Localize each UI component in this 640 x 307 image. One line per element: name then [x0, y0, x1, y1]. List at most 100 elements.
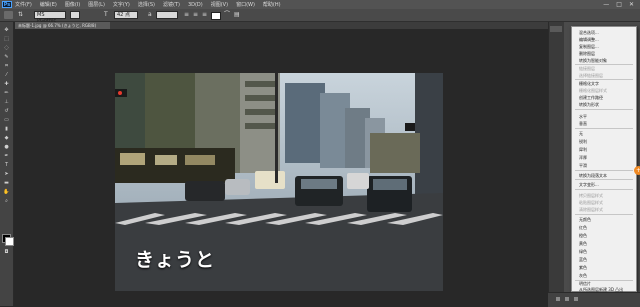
- menu-window[interactable]: 窗口(W): [236, 1, 255, 8]
- align-left-icon[interactable]: ≡: [184, 11, 189, 19]
- menu-item-horizontal[interactable]: 水平: [579, 114, 587, 119]
- type-tool-icon[interactable]: T: [3, 163, 10, 168]
- marquee-tool-icon[interactable]: ⬚: [3, 37, 10, 42]
- menu-separator: [575, 214, 633, 215]
- menu-item-color-gray[interactable]: 灰色: [579, 273, 587, 278]
- menu-separator: [575, 179, 633, 180]
- menu-item-clear-style: 清除图层样式: [579, 207, 603, 212]
- menu-item-color-green[interactable]: 绿色: [579, 249, 587, 254]
- lasso-tool-icon[interactable]: ◌: [3, 46, 10, 51]
- menu-item-aa-sharp[interactable]: 锐利: [579, 139, 587, 144]
- menu-item-convert-to-shape[interactable]: 转换为形状: [579, 102, 599, 107]
- menu-item-postcard[interactable]: 明信片: [579, 281, 591, 286]
- menu-bar: Ps 文件(F) 编辑(E) 图像(I) 图层(L) 文字(Y) 选择(S) 滤…: [0, 0, 640, 9]
- background-color-swatch[interactable]: [5, 237, 14, 246]
- photoshop-logo: Ps: [2, 1, 12, 8]
- menu-type[interactable]: 文字(Y): [113, 1, 130, 8]
- menu-item-vertical[interactable]: 垂直: [579, 121, 587, 126]
- menu-edit[interactable]: 编辑(E): [40, 1, 57, 8]
- menu-item-aa-crisp[interactable]: 犀利: [579, 147, 587, 152]
- text-color-swatch[interactable]: [211, 12, 221, 20]
- menu-item-create-work-path[interactable]: 创建工作路径: [579, 95, 603, 100]
- text-tool-preset-icon[interactable]: [4, 11, 13, 19]
- gradient-tool-icon[interactable]: ▮: [3, 127, 10, 132]
- menu-item-convert-paragraph[interactable]: 转换为段落文本: [579, 173, 607, 178]
- add-style-icon[interactable]: [565, 297, 569, 301]
- quick-mask-icon[interactable]: ◘: [3, 250, 10, 255]
- zoom-tool-icon[interactable]: ⌕: [3, 199, 10, 204]
- menu-item-duplicate-layer[interactable]: 复制图层...: [579, 44, 599, 49]
- history-brush-tool-icon[interactable]: ↺: [3, 109, 10, 114]
- clone-stamp-tool-icon[interactable]: ⊥: [3, 100, 10, 105]
- menu-item-aa-smooth[interactable]: 平滑: [579, 163, 587, 168]
- link-layers-icon[interactable]: [556, 297, 560, 301]
- menu-item-aa-strong[interactable]: 浑厚: [579, 155, 587, 160]
- menu-item-color-yellow[interactable]: 黄色: [579, 241, 587, 246]
- path-select-tool-icon[interactable]: ➤: [3, 172, 10, 177]
- help-badge-icon[interactable]: +: [634, 166, 640, 175]
- menu-view[interactable]: 视图(V): [211, 1, 228, 8]
- menu-item-convert-smart-object[interactable]: 转换为智能对象: [579, 58, 607, 63]
- menu-item-color-blue[interactable]: 蓝色: [579, 257, 587, 262]
- menu-help[interactable]: 帮助(H): [263, 1, 281, 8]
- menu-separator: [575, 109, 633, 110]
- document-tab[interactable]: 未标题-1.jpg @ 66.7% (きょうと, RGB/8): [15, 22, 110, 29]
- close-button[interactable]: ✕: [629, 1, 634, 9]
- add-mask-icon[interactable]: [574, 297, 578, 301]
- options-bar: ⇅ MS PGothic T 42 点 a ≡ ≡ ≡ ⌒ ▤: [0, 9, 640, 24]
- menu-item-aa-none[interactable]: 无: [579, 131, 583, 136]
- warp-text-icon[interactable]: ⌒: [224, 11, 230, 19]
- eraser-tool-icon[interactable]: ▭: [3, 118, 10, 123]
- maximize-button[interactable]: □: [616, 1, 622, 9]
- menu-item-edit-adjustment[interactable]: 编辑调整...: [579, 37, 599, 42]
- street-photo[interactable]: きょうと: [115, 73, 443, 291]
- blur-tool-icon[interactable]: ◆: [3, 136, 10, 141]
- anti-alias-select[interactable]: [156, 11, 178, 19]
- pen-tool-icon[interactable]: ✒: [3, 154, 10, 159]
- menu-select[interactable]: 选择(S): [138, 1, 155, 8]
- menu-item-delete-layer[interactable]: 删除图层: [579, 51, 595, 56]
- text-orientation-icon[interactable]: ⇅: [18, 11, 23, 19]
- menu-item-link-layers: 链接图层: [579, 66, 595, 71]
- anti-alias-icon: a: [148, 11, 152, 18]
- menu-item-color-orange[interactable]: 橙色: [579, 233, 587, 238]
- healing-brush-tool-icon[interactable]: ✚: [3, 82, 10, 87]
- menu-3d[interactable]: 3D(D): [188, 2, 203, 8]
- font-family-select[interactable]: MS PGothic: [34, 11, 66, 24]
- font-size-icon: T: [104, 11, 108, 18]
- align-right-icon[interactable]: ≡: [202, 11, 207, 19]
- photo-text-layer[interactable]: きょうと: [135, 245, 215, 272]
- menu-item-paste-style: 粘贴图层样式: [579, 200, 603, 205]
- menu-item-rasterize-style: 栅格化图层样式: [579, 88, 607, 93]
- shape-tool-icon[interactable]: ▬: [3, 181, 10, 186]
- character-panel-icon[interactable]: ▤: [234, 11, 240, 19]
- menu-file[interactable]: 文件(F): [15, 1, 32, 8]
- menu-item-color-none[interactable]: 无颜色: [579, 217, 591, 222]
- menu-item-select-linked: 选择链接图层: [579, 73, 603, 78]
- menu-item-rasterize-type[interactable]: 栅格化文字: [579, 81, 599, 86]
- eyedropper-tool-icon[interactable]: ⁄: [3, 73, 10, 78]
- minimize-button[interactable]: —: [603, 1, 609, 9]
- dodge-tool-icon[interactable]: ●: [3, 145, 10, 150]
- collapsed-panels-strip: [548, 22, 565, 306]
- layer-context-menu: 混合选项... 编辑调整... 复制图层... 删除图层 转换为智能对象 链接图…: [571, 26, 637, 292]
- move-tool-icon[interactable]: ✥: [3, 28, 10, 33]
- menu-separator: [575, 128, 633, 129]
- menu-item-color-violet[interactable]: 紫色: [579, 265, 587, 270]
- menu-item-blending-options[interactable]: 混合选项...: [579, 30, 599, 35]
- crop-tool-icon[interactable]: ⌗: [3, 64, 10, 69]
- menu-separator: [575, 79, 633, 80]
- menu-filter[interactable]: 滤镜(T): [163, 1, 180, 8]
- collapse-panels-button[interactable]: [550, 26, 562, 32]
- menu-item-color-red[interactable]: 红色: [579, 225, 587, 230]
- window-controls: — □ ✕: [603, 1, 634, 9]
- quick-select-tool-icon[interactable]: ✎: [3, 55, 10, 60]
- brush-tool-icon[interactable]: ✏: [3, 91, 10, 96]
- menu-layer[interactable]: 图层(L): [88, 1, 105, 8]
- font-size-select[interactable]: 42 点: [114, 11, 138, 19]
- font-style-select[interactable]: [70, 11, 80, 19]
- hand-tool-icon[interactable]: ✋: [3, 190, 10, 195]
- menu-image[interactable]: 图像(I): [65, 1, 80, 8]
- align-center-icon[interactable]: ≡: [193, 11, 198, 19]
- menu-item-warp-text[interactable]: 文字变形...: [579, 182, 599, 187]
